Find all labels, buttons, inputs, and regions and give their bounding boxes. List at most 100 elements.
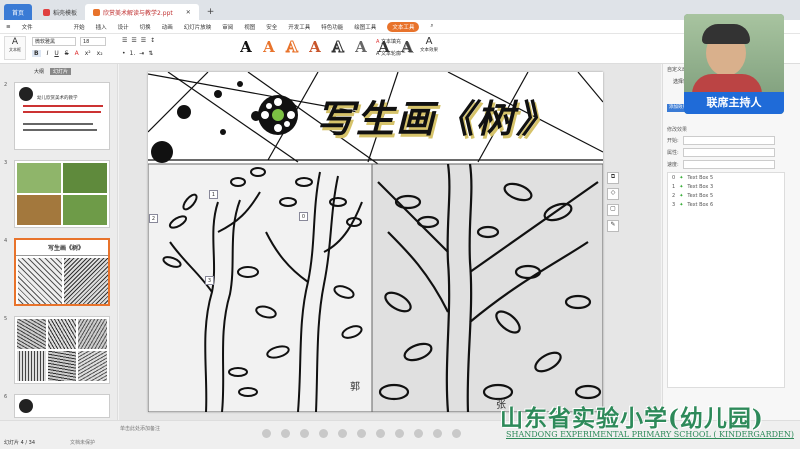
circle-decoration	[151, 141, 173, 163]
menu-security[interactable]: 安全	[266, 23, 277, 31]
style-orange-outline[interactable]: A	[282, 36, 302, 60]
ppt-file-icon	[93, 8, 101, 16]
menu-home[interactable]: 开始	[74, 23, 85, 31]
menu-insert[interactable]: 插入	[96, 23, 107, 31]
speed-select[interactable]	[682, 160, 775, 169]
text-effect-label: 文本效果	[420, 48, 438, 53]
tab-templates[interactable]: 稻壳模板	[35, 4, 85, 20]
thumb-text-line	[23, 123, 93, 125]
layers-icon[interactable]: ⧉	[607, 172, 619, 184]
text-fill-button[interactable]: A 文本填充	[376, 38, 401, 45]
animation-badge[interactable]: 3	[205, 276, 214, 285]
line-spacing-icon[interactable]: ↕	[150, 37, 155, 44]
menu-developer[interactable]: 开发工具	[288, 23, 310, 31]
slide-info: 幻灯片 4 / 34	[4, 440, 35, 446]
menu-features[interactable]: 特色功能	[321, 23, 343, 31]
slide-thumb-6[interactable]	[14, 394, 110, 418]
style-orange[interactable]: A	[259, 36, 279, 60]
tab-slides[interactable]: 幻灯片	[50, 68, 72, 75]
slide-title[interactable]: 写生画《树》	[316, 88, 556, 143]
text-direction-icon[interactable]: ⇅	[148, 50, 153, 57]
thumb-title: 幼儿欣赏美术的教学	[37, 96, 78, 101]
bold-button[interactable]: B	[32, 50, 41, 57]
new-tab-button[interactable]: +	[199, 4, 223, 20]
page-dot[interactable]	[433, 429, 442, 438]
superscript-button[interactable]: x²	[85, 50, 91, 57]
property-select[interactable]	[682, 148, 775, 157]
page-dot[interactable]	[281, 429, 290, 438]
animation-badge[interactable]: 1	[209, 190, 218, 199]
menu-transitions[interactable]: 切换	[140, 23, 151, 31]
presenter-video[interactable]: 联席主持人	[684, 14, 784, 114]
animation-badge[interactable]: 0	[299, 212, 308, 221]
menu-animation[interactable]: 动画	[162, 23, 173, 31]
page-dots	[262, 429, 461, 438]
style-outline-black[interactable]: A	[328, 36, 348, 60]
italic-button[interactable]: I	[47, 50, 49, 57]
thumb-text-line	[23, 111, 101, 113]
font-name-select[interactable]: 微软雅黑	[32, 37, 76, 46]
bullets-icon[interactable]: •	[122, 50, 126, 57]
style-orange-gradient[interactable]: A	[305, 36, 325, 60]
notes-placeholder[interactable]: 单击此处添加备注	[120, 425, 160, 432]
text-effect-button[interactable]: A 文本效果	[418, 36, 440, 53]
search-icon[interactable]: ⌕	[430, 23, 433, 30]
current-slide[interactable]: 写生画《树》 1 2 3 0 郭 张	[148, 72, 603, 412]
menu-slideshow[interactable]: 幻灯片放映	[184, 23, 212, 31]
page-dot[interactable]	[262, 429, 271, 438]
tab-outline[interactable]: 大纲	[34, 68, 44, 75]
start-select[interactable]	[682, 136, 775, 145]
page-dot[interactable]	[395, 429, 404, 438]
animation-item[interactable]: 2 ✦ Text Box 5	[668, 191, 784, 200]
animation-badge[interactable]: 2	[149, 214, 158, 223]
align-left-icon[interactable]: ☰	[122, 37, 127, 44]
page-dot[interactable]	[414, 429, 423, 438]
hamburger-icon[interactable]: ≡	[6, 24, 11, 30]
page-dot[interactable]	[452, 429, 461, 438]
pen-icon[interactable]: ✎	[607, 220, 619, 232]
menu-view[interactable]: 视图	[244, 23, 255, 31]
font-color-button[interactable]: A	[75, 50, 79, 57]
menu-drawing-tools[interactable]: 绘图工具	[354, 23, 376, 31]
align-right-icon[interactable]: ☰	[141, 37, 146, 44]
style-gray[interactable]: A	[351, 36, 371, 60]
close-tab-icon[interactable]: ✕	[186, 9, 191, 16]
underline-button[interactable]: U	[54, 50, 58, 57]
speed-row: 速度:	[667, 160, 775, 169]
textbox-button[interactable]: A 文本框	[4, 36, 26, 60]
indent-icon[interactable]: ⇥	[139, 50, 144, 57]
text-outline-button[interactable]: A 文本轮廓	[376, 50, 401, 57]
custom-animation-panel: 自定义动画 选择窗格 添加效果 修改效果 开始: 属性: 速度: 0 ✦ Text …	[662, 64, 800, 420]
presenter-hair	[702, 24, 750, 44]
animation-item[interactable]: 1 ✦ Text Box 3	[668, 182, 784, 191]
page-dot[interactable]	[376, 429, 385, 438]
page-dot[interactable]	[357, 429, 366, 438]
page-dot[interactable]	[319, 429, 328, 438]
slide-thumb-3[interactable]	[14, 160, 110, 228]
tab-document[interactable]: 欣赏美术解读与教学2.ppt ✕	[85, 4, 199, 20]
numbering-icon[interactable]: 1.	[130, 50, 136, 57]
tab-home[interactable]: 首页	[4, 4, 33, 20]
copy-icon[interactable]: ▢	[607, 204, 619, 216]
signature-left: 郭	[350, 382, 360, 393]
animation-item[interactable]: 3 ✦ Text Box 6	[668, 200, 784, 209]
menu-file[interactable]: 文件	[22, 23, 33, 31]
effect-icon: ✦	[679, 183, 684, 190]
shape-icon[interactable]: ◇	[607, 188, 619, 200]
menu-review[interactable]: 审阅	[222, 23, 233, 31]
strikethrough-button[interactable]: S	[65, 50, 69, 57]
page-dot[interactable]	[338, 429, 347, 438]
presenter-label: 联席主持人	[684, 92, 784, 114]
menu-text-tools[interactable]: 文本工具	[387, 21, 420, 32]
subscript-button[interactable]: x₂	[97, 50, 103, 57]
page-dot[interactable]	[300, 429, 309, 438]
menu-design[interactable]: 设计	[118, 23, 129, 31]
slide-thumb-4[interactable]: 写生画《树》	[14, 238, 110, 306]
animation-item[interactable]: 0 ✦ Text Box 5	[668, 173, 784, 182]
align-center-icon[interactable]: ☰	[131, 37, 136, 44]
slide-thumb-5[interactable]	[14, 316, 110, 384]
slide-thumb-2[interactable]: 幼儿欣赏美术的教学	[14, 82, 110, 150]
style-black[interactable]: A	[236, 36, 256, 60]
font-size-select[interactable]: 18	[80, 37, 106, 46]
modify-effect-title: 修改效果	[667, 127, 688, 133]
